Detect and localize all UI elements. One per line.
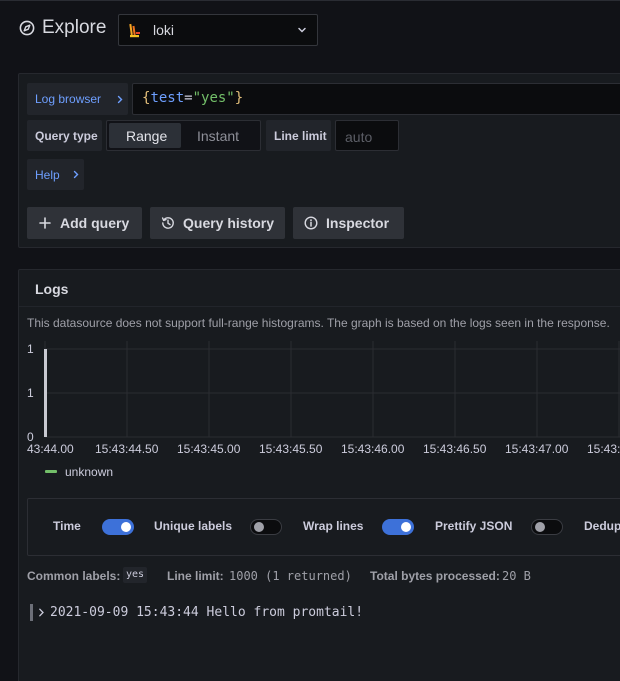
query-label-name: test (150, 90, 185, 106)
info-circle-icon (304, 216, 318, 230)
help-button[interactable]: Help (27, 159, 84, 190)
page-title: Explore (42, 17, 107, 38)
logs-header-divider (19, 306, 620, 307)
query-type-instant-label: Instant (197, 128, 240, 144)
inspector-button[interactable]: Inspector (293, 207, 404, 239)
query-close-brace: } (234, 90, 244, 106)
x-tick-label: 15:43:4 (587, 442, 620, 456)
add-query-button[interactable]: Add query (27, 207, 142, 239)
query-type-text: Query type (35, 129, 98, 143)
switch-knob (254, 522, 264, 532)
loki-logo-icon (129, 23, 140, 38)
chevron-right-icon (117, 95, 123, 104)
help-label: Help (35, 168, 60, 182)
top-border (0, 0, 620, 1)
bytes-processed-key: Total bytes processed: (370, 569, 500, 583)
datasource-picker[interactable]: loki (118, 14, 318, 46)
inspector-label: Inspector (326, 215, 390, 231)
switch-knob (121, 522, 131, 532)
query-label-value: "yes" (192, 90, 235, 106)
option-unique-labels-switch[interactable] (250, 519, 282, 535)
log-browser-button[interactable]: Log browser (27, 83, 128, 115)
y-tick-label: 1 (27, 342, 34, 356)
bytes-processed-value: 20 B (502, 569, 531, 583)
histogram-bar (44, 349, 47, 437)
line-limit-label: Line limit (266, 120, 331, 151)
y-tick-label: 1 (27, 386, 34, 400)
log-message: Hello from promtail! (206, 605, 364, 620)
x-tick-label: 15:43:47.00 (505, 442, 569, 456)
line-limit-meta-value: 1000 (1 returned) (229, 569, 352, 583)
option-prettify-json-switch[interactable] (531, 519, 563, 535)
x-tick-label: 15:43:46.50 (423, 442, 487, 456)
x-tick-label: 15:43:45.00 (177, 442, 241, 456)
line-limit-text: Line limit (274, 129, 327, 143)
query-editor-panel: Log browser {test="yes"} Query type Rang… (18, 73, 620, 248)
x-tick-label: 15:43:46.00 (341, 442, 405, 456)
legend-swatch (45, 470, 57, 473)
query-operator: = (184, 90, 193, 106)
legend-label[interactable]: unknown (65, 465, 113, 479)
query-history-button[interactable]: Query history (150, 207, 285, 239)
switch-knob (535, 522, 545, 532)
chevron-right-icon (73, 170, 79, 179)
log-row[interactable]: 2021-09-09 15:43:44 Hello from promtail! (30, 604, 620, 622)
option-time-label: Time (53, 519, 81, 533)
chevron-down-icon (298, 27, 306, 33)
datasource-name: loki (153, 22, 175, 38)
histogram-notice: This datasource does not support full-ra… (27, 316, 610, 330)
common-labels-key: Common labels: (27, 569, 121, 583)
compass-icon (19, 20, 35, 36)
logs-title: Logs (35, 281, 69, 297)
option-time-switch[interactable] (102, 519, 134, 535)
log-timestamp: 2021-09-09 15:43:44 (50, 605, 199, 620)
query-type-instant[interactable]: Instant (185, 123, 259, 148)
option-wrap-lines-switch[interactable] (382, 519, 414, 535)
query-type-radio-group: Range Instant (106, 120, 261, 151)
option-wrap-lines-label: Wrap lines (303, 519, 364, 533)
add-query-label: Add query (60, 215, 130, 231)
history-icon (161, 217, 174, 229)
line-limit-input[interactable]: auto (335, 120, 399, 151)
query-type-range[interactable]: Range (109, 123, 181, 148)
plus-icon (39, 217, 51, 229)
option-unique-labels-label: Unique labels (154, 519, 233, 533)
x-tick-label: 15:43:45.50 (259, 442, 323, 456)
chevron-right-icon[interactable] (38, 608, 45, 617)
line-limit-meta-key: Line limit: (167, 569, 224, 583)
log-line-text: 2021-09-09 15:43:44 Hello from promtail! (50, 605, 363, 620)
logs-panel: Logs This datasource does not support fu… (18, 269, 620, 681)
x-tick-label: 43:44.00 (27, 442, 74, 456)
log-browser-label: Log browser (35, 92, 102, 106)
logs-volume-chart: 11043:44.00 15:43:44.50 15:43:45.00 15:43:4… (27, 341, 620, 456)
x-tick-label: 15:43:44.50 (95, 442, 159, 456)
option-prettify-json-label: Prettify JSON (435, 519, 513, 533)
query-input[interactable]: {test="yes"} (132, 83, 620, 115)
logs-options-bar: Time Unique labels Wrap lines Prettify J… (27, 498, 620, 556)
log-level-bar (30, 604, 33, 621)
common-label-chip: yes (123, 567, 148, 583)
switch-knob (401, 522, 411, 532)
query-type-label: Query type (27, 120, 102, 151)
query-history-label: Query history (183, 215, 275, 231)
option-dedup-label: Dedup (584, 519, 620, 533)
line-limit-placeholder: auto (345, 129, 373, 145)
query-type-range-label: Range (126, 128, 168, 144)
